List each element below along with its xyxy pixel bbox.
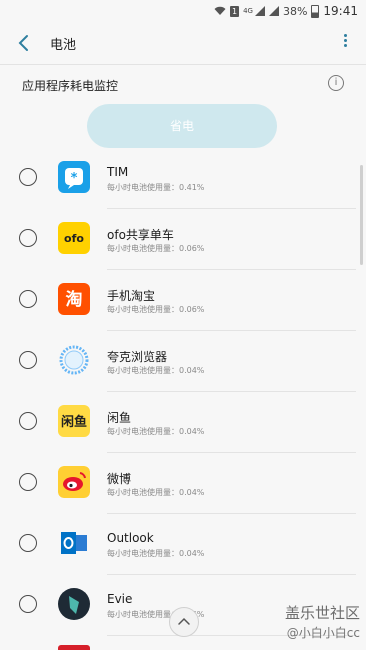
signal-icon-2 (268, 6, 279, 16)
info-icon[interactable]: i (328, 75, 344, 91)
app-name: ofo共享单车 (107, 228, 174, 242)
list-item[interactable]: Outlook 每小时电池使用量：0.04% (0, 514, 366, 575)
section-title: 应用程序耗电监控 (22, 79, 119, 93)
outlook-icon (58, 527, 90, 559)
battery-usage: 每小时电池使用量：0.41% (107, 183, 205, 192)
sim-icon: 1 (230, 5, 240, 17)
list-item[interactable]: 微博 每小时电池使用量：0.04% (0, 453, 366, 514)
app-name: Outlook (107, 531, 154, 545)
app-name: 闲鱼 (107, 411, 132, 425)
status-bar: 1 4G 38% 19:41 (0, 0, 366, 22)
list-item[interactable]: 闲鱼 闲鱼 每小时电池使用量：0.04% (0, 392, 366, 453)
battery-usage: 每小时电池使用量：0.04% (107, 366, 205, 375)
taobao-icon: 淘 (58, 283, 90, 315)
chevron-up-icon (178, 617, 190, 625)
save-power-button[interactable]: 省电 (87, 104, 277, 148)
list-item[interactable]: 淘 手机淘宝 每小时电池使用量：0.06% (0, 270, 366, 331)
battery-usage: 每小时电池使用量：0.04% (107, 427, 205, 436)
radio-button[interactable] (19, 229, 37, 247)
app-name: 夸克浏览器 (107, 350, 168, 364)
battery-icon (311, 4, 320, 18)
clock: 19:41 (323, 4, 358, 18)
app-name: TIM (107, 165, 129, 179)
radio-button[interactable] (19, 290, 37, 308)
weibo-icon (58, 466, 90, 498)
list-item[interactable]: 夸克浏览器 每小时电池使用量：0.04% (0, 331, 366, 392)
section-header: 应用程序耗电监控 i (0, 64, 366, 105)
back-arrow-icon[interactable] (14, 32, 34, 54)
evie-icon (58, 588, 90, 620)
svg-text:ofo: ofo (64, 232, 84, 245)
app-name: Evie (107, 592, 133, 606)
app-bar: 电池 (0, 22, 366, 64)
partially-visible-app-icon (58, 645, 90, 650)
watermark-author: @小白小白cc (286, 626, 360, 640)
list-item[interactable]: * TIM 每小时电池使用量：0.41% (0, 148, 366, 209)
radio-button[interactable] (19, 412, 37, 430)
radio-button[interactable] (19, 473, 37, 491)
more-options-icon[interactable] (344, 34, 348, 50)
scroll-up-button[interactable] (169, 607, 199, 637)
battery-percent: 38% (282, 4, 308, 18)
svg-text:闲鱼: 闲鱼 (61, 414, 87, 430)
battery-usage: 每小时电池使用量：0.06% (107, 244, 205, 253)
scrollbar[interactable] (360, 165, 363, 265)
radio-button[interactable] (19, 595, 37, 613)
network-type: 4G (243, 7, 253, 15)
quark-icon (58, 344, 90, 376)
watermark-title: 盖乐世社区 (284, 604, 360, 622)
battery-usage: 每小时电池使用量：0.04% (107, 549, 205, 558)
xianyu-icon: 闲鱼 (58, 405, 90, 437)
radio-button[interactable] (19, 168, 37, 186)
wifi-icon (214, 6, 226, 15)
battery-usage: 每小时电池使用量：0.04% (107, 488, 205, 497)
page-title: 电池 (50, 38, 77, 53)
radio-button[interactable] (19, 351, 37, 369)
svg-text:*: * (71, 171, 78, 186)
app-name: 微博 (107, 472, 132, 486)
list-item[interactable]: ofo ofo共享单车 每小时电池使用量：0.06% (0, 209, 366, 270)
radio-button[interactable] (19, 534, 37, 552)
app-list: * TIM 每小时电池使用量：0.41% ofo ofo共享单车 每小时电池使用… (0, 148, 366, 636)
battery-usage: 每小时电池使用量：0.06% (107, 305, 205, 314)
tim-icon: * (58, 161, 90, 193)
ofo-icon: ofo (58, 222, 90, 254)
app-name: 手机淘宝 (107, 289, 156, 303)
svg-text:淘: 淘 (66, 289, 83, 310)
status-icons: 1 4G 38% 19:41 (214, 4, 358, 18)
signal-icon (254, 6, 265, 16)
